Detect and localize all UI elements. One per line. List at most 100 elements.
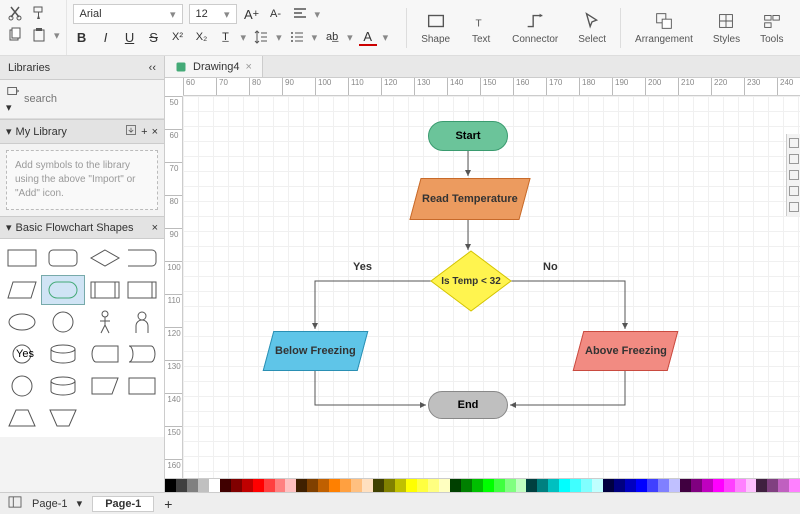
ribbon-connector[interactable]: Connector bbox=[502, 6, 568, 49]
library-search[interactable]: ▾ bbox=[0, 80, 164, 119]
ribbon-styles[interactable]: Styles bbox=[703, 6, 750, 49]
spacing-icon[interactable]: ab̲ bbox=[323, 28, 341, 46]
swatch[interactable] bbox=[702, 479, 713, 492]
swatch[interactable] bbox=[494, 479, 505, 492]
swatch[interactable] bbox=[603, 479, 614, 492]
swatch[interactable] bbox=[746, 479, 757, 492]
shape-cell[interactable] bbox=[41, 307, 85, 337]
shape-cell[interactable] bbox=[125, 307, 160, 337]
swatch[interactable] bbox=[220, 479, 231, 492]
swatch[interactable] bbox=[559, 479, 570, 492]
copy-icon[interactable] bbox=[6, 26, 24, 44]
close-icon[interactable]: × bbox=[245, 61, 251, 73]
swatch[interactable] bbox=[669, 479, 680, 492]
swatch[interactable] bbox=[264, 479, 275, 492]
swatch[interactable] bbox=[231, 479, 242, 492]
ribbon-text[interactable]: TText bbox=[460, 6, 502, 49]
shape-cell[interactable] bbox=[4, 243, 39, 273]
shape-cell[interactable] bbox=[41, 339, 85, 369]
swatch[interactable] bbox=[285, 479, 296, 492]
color-palette[interactable] bbox=[165, 478, 800, 492]
shape-cell[interactable] bbox=[41, 403, 85, 433]
swatch[interactable] bbox=[625, 479, 636, 492]
swatch[interactable] bbox=[735, 479, 746, 492]
swatch[interactable] bbox=[176, 479, 187, 492]
node-start[interactable]: Start bbox=[428, 121, 508, 151]
swatch[interactable] bbox=[307, 479, 318, 492]
font-color-icon[interactable]: A bbox=[359, 28, 377, 46]
swatch[interactable] bbox=[275, 479, 286, 492]
shapes-section[interactable]: ▾ Basic Flowchart Shapes × bbox=[0, 216, 164, 239]
swatch[interactable] bbox=[767, 479, 778, 492]
swatch[interactable] bbox=[187, 479, 198, 492]
swatch[interactable] bbox=[516, 479, 527, 492]
swatch[interactable] bbox=[548, 479, 559, 492]
increase-font-icon[interactable]: A+ bbox=[243, 5, 261, 23]
swatch[interactable] bbox=[209, 479, 220, 492]
decrease-font-icon[interactable]: A- bbox=[267, 5, 285, 23]
swatch[interactable] bbox=[417, 479, 428, 492]
swatch[interactable] bbox=[537, 479, 548, 492]
underline-icon[interactable]: U bbox=[121, 28, 139, 46]
canvas[interactable]: Yes No Start Read Temperature Is Temp < … bbox=[183, 96, 800, 478]
page-select[interactable]: Page-1 ▾ bbox=[32, 497, 82, 510]
format-painter-icon[interactable] bbox=[30, 4, 48, 22]
swatch[interactable] bbox=[570, 479, 581, 492]
swatch[interactable] bbox=[406, 479, 417, 492]
rtool-item[interactable] bbox=[789, 154, 799, 164]
ribbon-shape[interactable]: Shape bbox=[411, 6, 460, 49]
swatch[interactable] bbox=[713, 479, 724, 492]
shape-cell[interactable] bbox=[41, 243, 85, 273]
swatch[interactable] bbox=[526, 479, 537, 492]
swatch[interactable] bbox=[318, 479, 329, 492]
search-input[interactable] bbox=[24, 93, 166, 105]
mylib-section[interactable]: ▾ My Library + × bbox=[0, 119, 164, 144]
close-icon[interactable]: × bbox=[152, 126, 158, 138]
swatch[interactable] bbox=[351, 479, 362, 492]
node-above[interactable]: Above Freezing bbox=[573, 331, 679, 371]
tab-drawing[interactable]: Drawing4 × bbox=[165, 56, 263, 77]
rtool-item[interactable] bbox=[789, 186, 799, 196]
italic-icon[interactable]: I bbox=[97, 28, 115, 46]
rtool-item[interactable] bbox=[789, 170, 799, 180]
font-select[interactable]: Arial▾ bbox=[73, 4, 183, 24]
shape-cell[interactable] bbox=[87, 275, 122, 305]
shape-cell-selected[interactable] bbox=[41, 275, 85, 305]
rtool-item[interactable] bbox=[789, 138, 799, 148]
layout-icon[interactable] bbox=[8, 496, 22, 511]
add-icon[interactable]: + bbox=[141, 126, 147, 138]
swatch[interactable] bbox=[778, 479, 789, 492]
shape-cell[interactable] bbox=[125, 371, 160, 401]
swatch[interactable] bbox=[461, 479, 472, 492]
shape-cell[interactable] bbox=[4, 275, 39, 305]
node-below[interactable]: Below Freezing bbox=[263, 331, 369, 371]
swatch[interactable] bbox=[592, 479, 603, 492]
shape-cell[interactable] bbox=[87, 339, 122, 369]
swatch[interactable] bbox=[198, 479, 209, 492]
swatch[interactable] bbox=[439, 479, 450, 492]
swatch[interactable] bbox=[253, 479, 264, 492]
shape-cell[interactable] bbox=[4, 371, 39, 401]
strike-icon[interactable]: S bbox=[145, 28, 163, 46]
superscript-icon[interactable]: X² bbox=[169, 28, 187, 46]
shape-cell[interactable] bbox=[87, 243, 122, 273]
align-icon[interactable] bbox=[291, 5, 309, 23]
swatch[interactable] bbox=[428, 479, 439, 492]
page-tab[interactable]: Page-1 bbox=[92, 496, 154, 512]
node-read[interactable]: Read Temperature bbox=[409, 178, 530, 220]
swatch[interactable] bbox=[384, 479, 395, 492]
shape-cell[interactable] bbox=[41, 371, 85, 401]
swatch[interactable] bbox=[472, 479, 483, 492]
close-icon[interactable]: × bbox=[152, 222, 158, 234]
shape-cell[interactable] bbox=[87, 307, 122, 337]
swatch[interactable] bbox=[395, 479, 406, 492]
swatch[interactable] bbox=[165, 479, 176, 492]
line-spacing-icon[interactable] bbox=[252, 28, 270, 46]
swatch[interactable] bbox=[636, 479, 647, 492]
swatch[interactable] bbox=[724, 479, 735, 492]
shape-cell[interactable] bbox=[4, 307, 39, 337]
collapse-icon[interactable]: ‹‹ bbox=[149, 62, 156, 74]
shape-cell[interactable] bbox=[125, 275, 160, 305]
swatch[interactable] bbox=[691, 479, 702, 492]
swatch[interactable] bbox=[296, 479, 307, 492]
